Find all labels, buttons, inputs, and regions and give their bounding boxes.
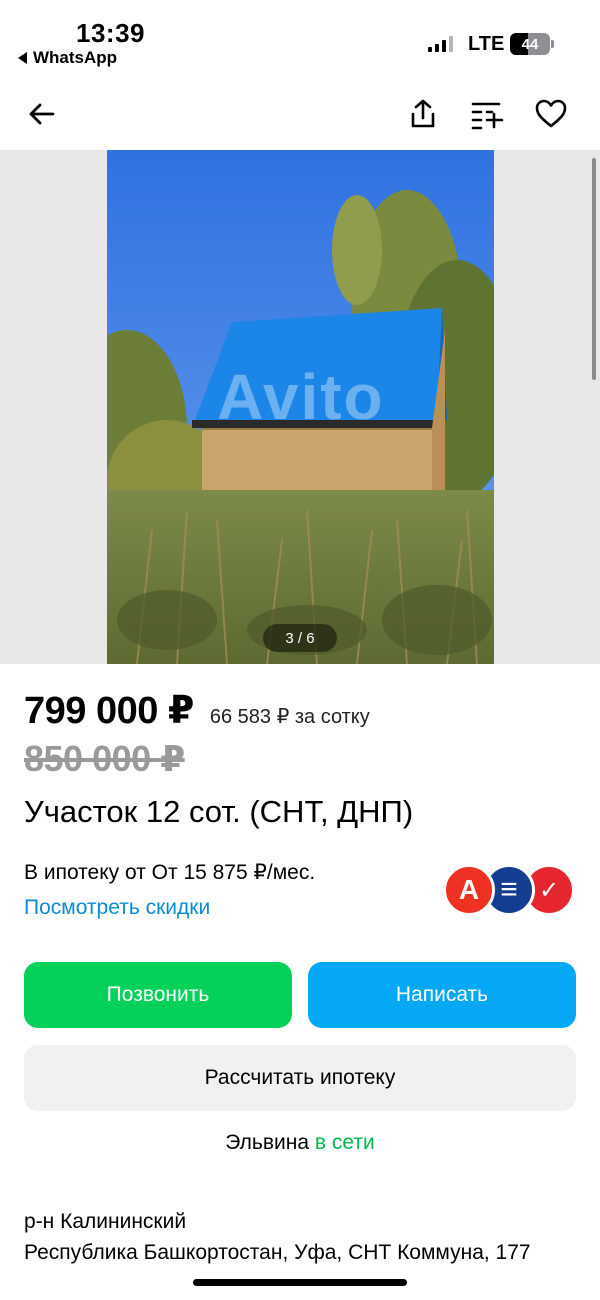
top-nav-bar [0, 80, 600, 150]
share-button[interactable] [403, 94, 443, 134]
calculate-mortgage-button[interactable]: Рассчитать ипотеку [24, 1045, 576, 1111]
compare-icon [471, 102, 504, 130]
seller-status[interactable]: Эльвина в сети [0, 1131, 600, 1155]
status-bar: 13:39 WhatsApp LTE 44 [0, 0, 600, 80]
bank-logos[interactable]: А ≡ ✓ [443, 864, 575, 916]
address-full: Республика Башкортостан, Уфа, СНТ Коммун… [24, 1241, 531, 1264]
favorite-button[interactable] [531, 94, 571, 134]
online-status: в сети [314, 1131, 375, 1154]
home-indicator[interactable] [193, 1279, 407, 1286]
address-district: р-н Калининский [24, 1210, 187, 1233]
write-message-button[interactable]: Написать [308, 962, 576, 1028]
compare-button[interactable] [467, 94, 507, 134]
alfa-bank-icon: А [443, 864, 495, 916]
photo-gallery[interactable]: Avito 3 / 6 [0, 150, 600, 664]
battery-tip [551, 40, 554, 48]
network-type: LTE [468, 33, 505, 55]
price-row: 799 000 ₽ 66 583 ₽ за сотку [24, 688, 370, 733]
share-icon [411, 99, 435, 128]
scrollbar[interactable] [592, 158, 596, 380]
back-to-app-link[interactable]: WhatsApp [18, 48, 117, 68]
listing-title: Участок 12 сот. (СНТ, ДНП) [24, 794, 414, 829]
battery-icon: 44 [510, 33, 550, 55]
battery-level: 44 [521, 35, 539, 53]
watermark: Avito [217, 361, 385, 433]
mortgage-offer-text: В ипотеку от От 15 875 ₽/мес. [24, 861, 316, 884]
photo-counter: 3 / 6 [263, 624, 337, 652]
back-app-label: WhatsApp [33, 48, 118, 67]
listing-photo[interactable]: Avito [107, 150, 494, 664]
arrow-left-icon [29, 103, 55, 125]
back-button[interactable] [22, 94, 62, 134]
back-triangle-icon [18, 52, 27, 64]
cellular-signal-icon [428, 36, 453, 52]
heart-icon [535, 99, 567, 128]
price-per-sotka: 66 583 ₽ за сотку [209, 706, 370, 728]
old-price: 850 000 ₽ [24, 738, 185, 779]
status-time: 13:39 [76, 18, 145, 48]
address-block: р-н Калининский Республика Башкортостан,… [24, 1206, 584, 1268]
call-button[interactable]: Позвонить [24, 962, 292, 1028]
view-discounts-link[interactable]: Посмотреть скидки [24, 896, 210, 920]
price: 799 000 ₽ [24, 690, 194, 732]
seller-name: Эльвина [225, 1131, 310, 1154]
